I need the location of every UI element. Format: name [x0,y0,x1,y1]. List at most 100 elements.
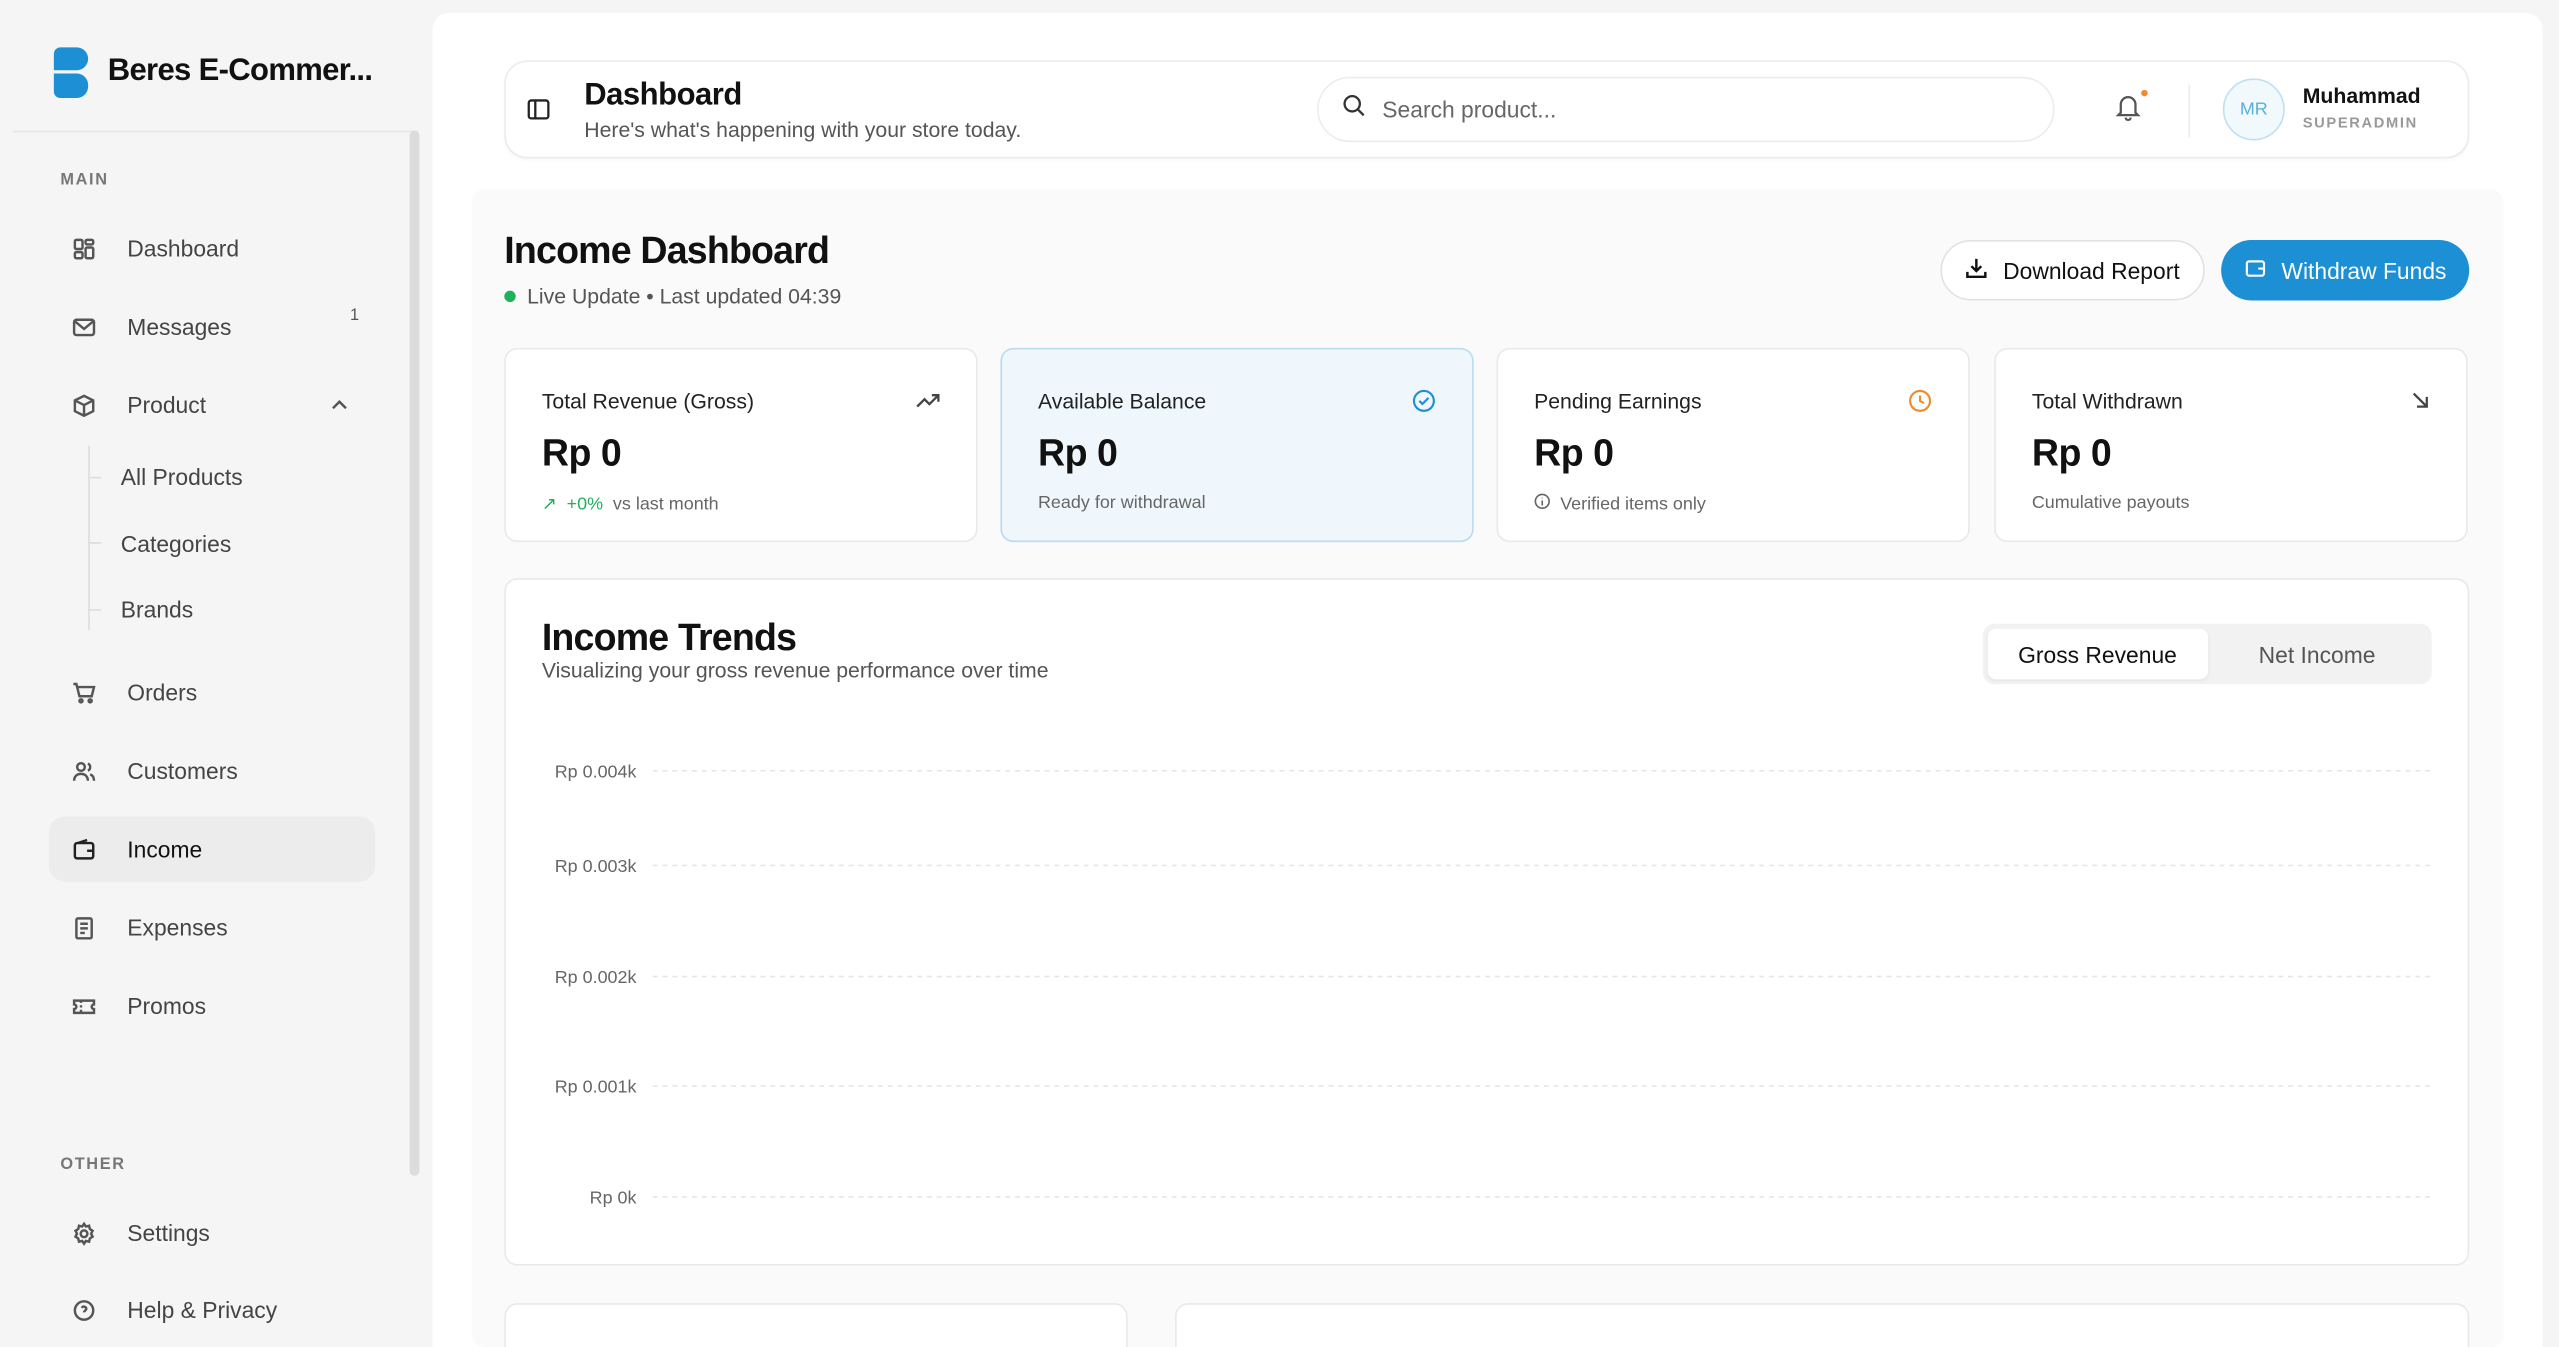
y-tick-label: Rp 0.002k [555,967,637,987]
submenu-categories[interactable]: Categories [121,531,231,557]
box-icon [70,392,96,418]
arrow-up-right-icon: ↗ [541,494,557,515]
sidebar-item-label: Expenses [127,914,228,941]
check-circle-icon [1412,389,1436,422]
window-scrollbar[interactable] [2542,0,2559,1347]
submenu-line [88,445,90,631]
chevron-up-icon [330,394,350,420]
user-role: SUPERADMIN [2302,114,2418,131]
sidebar-item-messages[interactable]: Messages 1 [49,294,375,359]
unread-badge: 1 [349,307,360,325]
card-title: Total Revenue (Gross) [541,388,755,414]
submenu-tick [88,542,102,544]
bell-icon[interactable] [2113,91,2142,129]
arrow-down-right-icon [2410,389,2430,418]
sidebar-item-label: Help & Privacy [127,1296,278,1323]
sidebar-item-label: Income [127,836,203,863]
sidebar-item-customers[interactable]: Customers [49,738,375,803]
kpi-card-total-revenue: Total Revenue (Gross) Rp 0 ↗ +0% vs last… [504,347,978,543]
sidebar-item-label: Promos [127,992,207,1019]
live-status: Live Update • Last updated 04:39 [504,284,842,309]
topbar: Dashboard Here's what's happening with y… [504,60,2470,159]
tab-net-income[interactable]: Net Income [2207,629,2427,680]
search-box[interactable] [1317,76,2055,143]
main-panel: Dashboard Here's what's happening with y… [432,13,2543,1347]
trending-up-icon [916,389,940,418]
kpi-card-available-balance: Available Balance Rp 0 Ready for withdra… [1000,347,1474,543]
y-tick-label: Rp 0.004k [555,761,637,781]
y-tick-label: Rp 0.001k [555,1076,637,1096]
brand[interactable]: Beres E-Commer... [53,46,373,98]
card-title: Available Balance [1037,388,1207,414]
ticket-icon [70,993,96,1019]
grid-icon [70,235,96,261]
change-caption: vs last month [612,493,719,514]
kpi-card-pending-earnings: Pending Earnings Rp 0 Verified items onl… [1496,347,1970,543]
sidebar-item-settings[interactable]: Settings [49,1200,375,1265]
live-status-text: Live Update • Last updated 04:39 [527,284,842,309]
submenu-brands[interactable]: Brands [121,596,193,622]
search-input[interactable] [1382,96,2003,123]
card-value: Rp 0 [1037,431,1118,474]
card-title: Total Withdrawn [2031,388,2183,414]
withdraw-funds-label: Withdraw Funds [2281,257,2447,284]
card-foot-text: Verified items only [1560,493,1706,514]
card-value: Rp 0 [1534,431,1614,474]
clock-icon [1908,389,1932,422]
section-title: Income Dashboard [504,228,830,272]
section-label-other: OTHER [60,1156,126,1175]
sidebar-item-label: Messages [127,313,232,340]
card-foot: Cumulative payouts [2031,493,2190,513]
chart-toggle: Gross Revenue Net Income [1982,623,2432,685]
download-report-button[interactable]: Download Report [1940,240,2205,301]
info-icon [1534,493,1550,514]
y-tick-label: Rp 0k [590,1188,637,1208]
brand-logo [53,46,89,98]
card-foot: Ready for withdrawal [1037,493,1206,513]
chart-title: Income Trends [541,615,797,659]
card-value: Rp 0 [2031,431,2112,474]
submenu-all-products[interactable]: All Products [121,464,243,490]
sidebar-toggle-icon[interactable] [527,98,550,129]
section-label-main: MAIN [60,171,109,190]
download-report-label: Download Report [2003,257,2180,284]
sidebar-item-label: Customers [127,757,238,784]
card-foot: ↗ +0% vs last month [542,493,719,514]
mail-icon [70,314,96,340]
avatar[interactable]: MR [2222,78,2285,141]
live-dot [504,290,516,303]
sidebar-item-expenses[interactable]: Expenses [49,895,375,960]
user-name: Muhammad [2302,83,2421,108]
help-icon [70,1297,96,1323]
sidebar-item-income[interactable]: Income [48,816,376,882]
submenu-tick [88,609,102,611]
gear-icon [70,1220,96,1246]
card-foot: Verified items only [1534,493,1706,514]
receipt-icon [70,914,96,940]
tab-gross-revenue[interactable]: Gross Revenue [1987,628,2208,680]
income-trends-card: Income Trends Visualizing your gross rev… [504,578,2470,1266]
page-title: Dashboard [584,78,742,113]
sidebar: Beres E-Commer... MAIN Dashboard Message… [0,0,431,1347]
sidebar-item-dashboard[interactable]: Dashboard [49,216,375,281]
page-subtitle: Here's what's happening with your store … [584,117,1022,143]
sidebar-item-help[interactable]: Help & Privacy [49,1277,375,1329]
breakdown-card [504,1303,1128,1347]
withdraw-funds-button[interactable]: Withdraw Funds [2221,240,2470,301]
submenu-tick [88,476,102,479]
users-icon [70,758,96,784]
notification-dot [2141,89,2148,97]
sidebar-item-promos[interactable]: Promos [49,973,375,1038]
sidebar-scrollbar[interactable] [409,130,420,1176]
card-value: Rp 0 [541,431,622,474]
kpi-card-total-withdrawn: Total Withdrawn Rp 0 Cumulative payouts [1994,347,2468,543]
sidebar-item-label: Product [127,391,207,419]
change-value: +0% [566,493,604,514]
sidebar-item-orders[interactable]: Orders [49,660,375,725]
transactions-card [1175,1303,2470,1347]
y-tick-label: Rp 0.003k [555,856,637,876]
sidebar-item-product[interactable]: Product [49,372,375,437]
sidebar-item-label: Settings [127,1219,210,1246]
divider [2188,84,2191,138]
download-icon [1966,256,1989,284]
